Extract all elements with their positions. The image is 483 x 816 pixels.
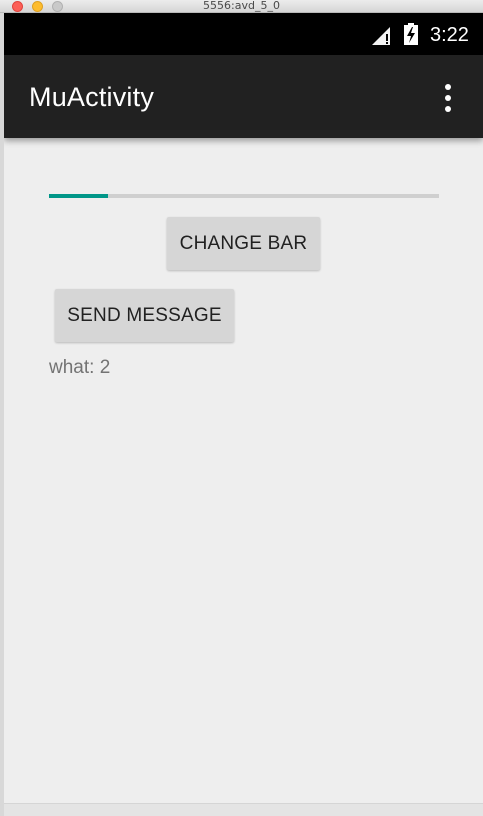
progress-bar (49, 194, 439, 198)
send-message-button[interactable]: SEND MESSAGE (55, 289, 234, 342)
app-bar: MuActivity (4, 55, 483, 138)
screen-bottom-edge (4, 803, 483, 816)
progress-bar-fill (49, 194, 108, 198)
app-title: MuActivity (29, 82, 155, 112)
status-bar: 3:22 (4, 13, 483, 55)
emulator-screen: 3:22 MuActivity CHANGE BAR SEND MESSAGE … (4, 13, 483, 816)
overflow-menu-icon[interactable] (436, 82, 460, 114)
status-clock: 3:22 (430, 24, 469, 46)
change-bar-button[interactable]: CHANGE BAR (167, 217, 320, 270)
message-text: what: 2 (49, 357, 111, 378)
window-titlebar: 5556:avd_5_0 (0, 0, 483, 13)
signal-icon (372, 27, 390, 45)
window-title: 5556:avd_5_0 (203, 0, 280, 12)
battery-charging-icon (404, 23, 418, 45)
